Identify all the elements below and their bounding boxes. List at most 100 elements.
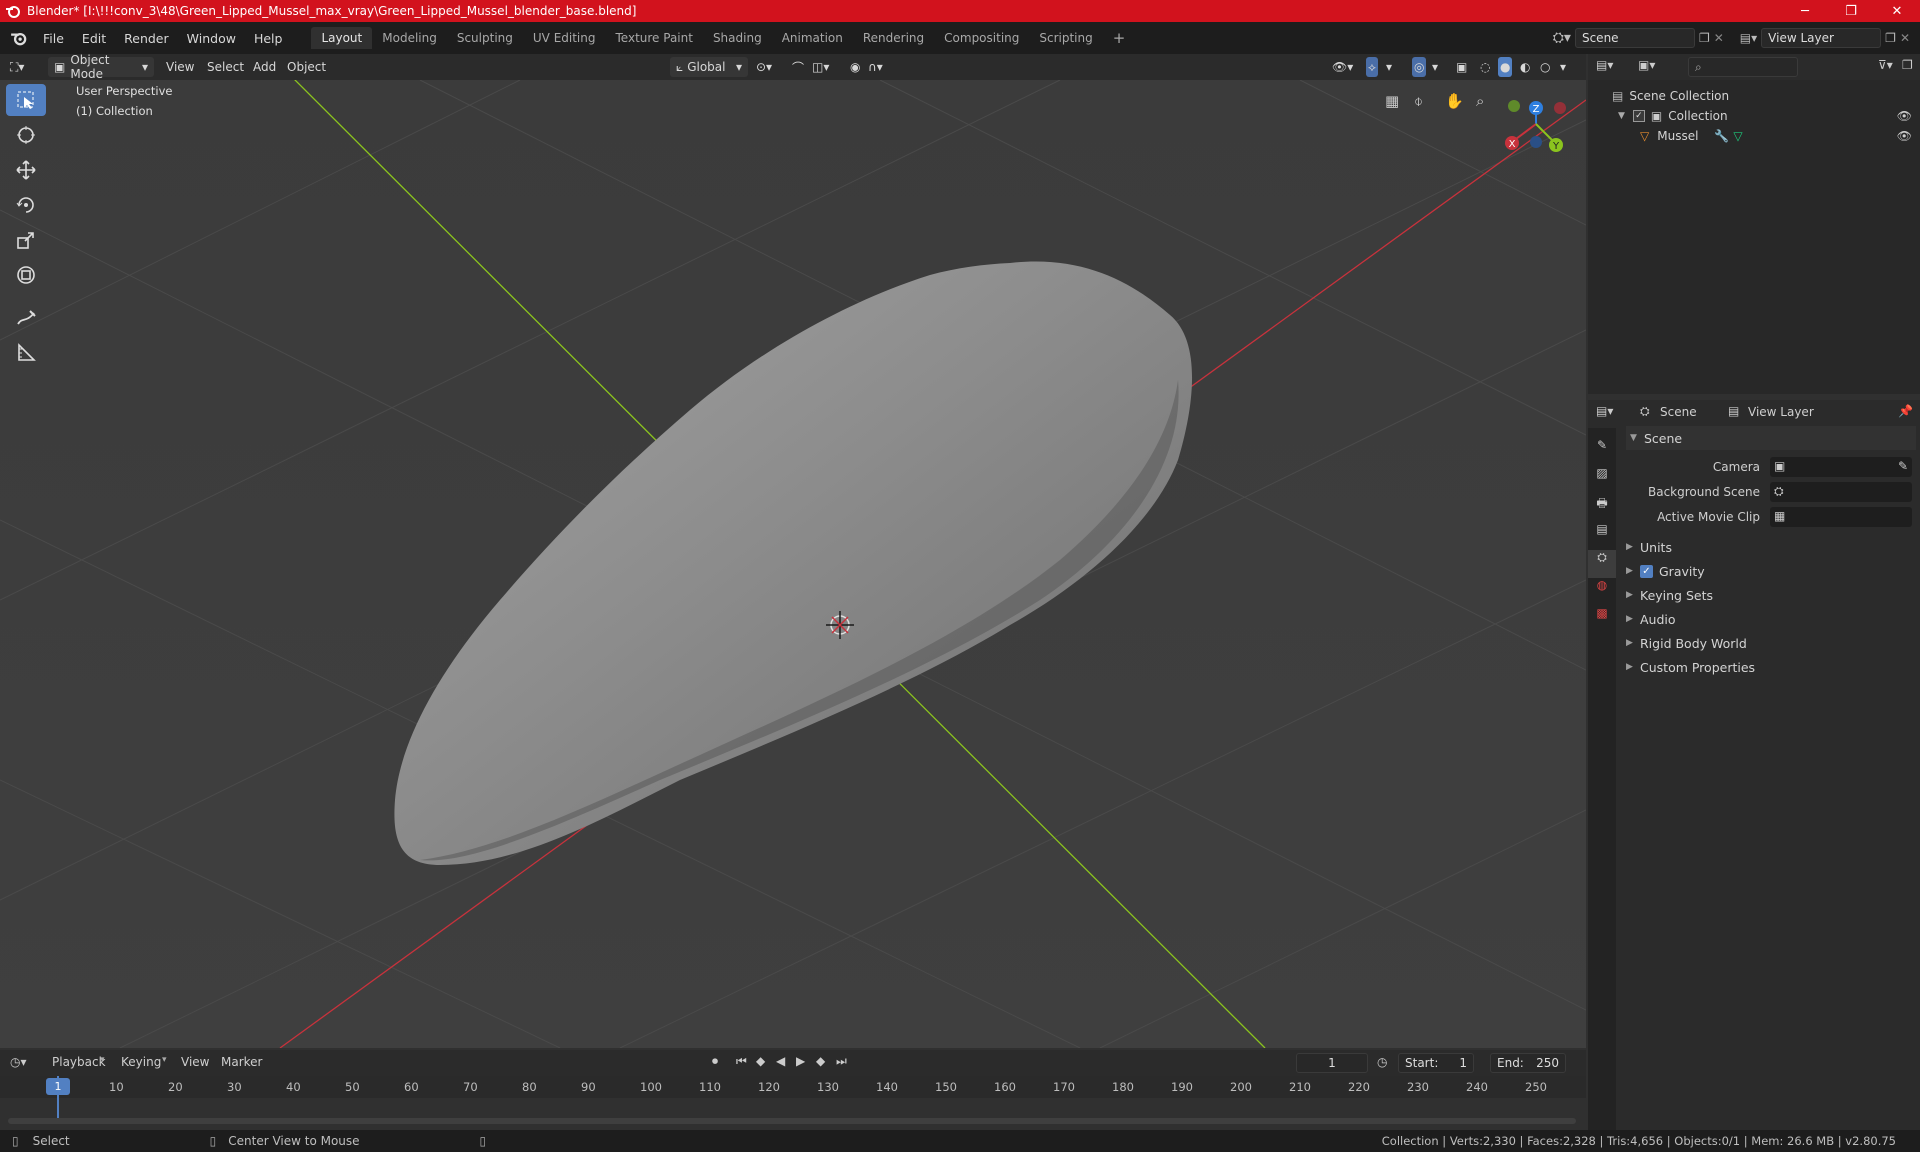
xray-icon[interactable]: ▣ — [1456, 57, 1467, 77]
orientation-dropdown[interactable]: ⟀ Global ▾ — [670, 57, 748, 77]
menu-object[interactable]: Object — [287, 57, 326, 77]
shading-dropdown-icon[interactable]: ▾ — [1560, 57, 1566, 77]
close-button[interactable]: ✕ — [1874, 0, 1920, 22]
current-frame-field[interactable]: 1 — [1296, 1053, 1368, 1073]
menu-help[interactable]: Help — [245, 31, 292, 46]
eyedropper-icon[interactable]: ✎ — [1898, 459, 1908, 473]
menu-window[interactable]: Window — [178, 31, 245, 46]
display-mode-icon[interactable]: ▣▾ — [1638, 58, 1655, 72]
gravity-section[interactable]: ▶ ✓ Gravity — [1626, 559, 1916, 583]
mussel-visibility-eye-icon[interactable]: 👁 — [1897, 129, 1912, 143]
background-scene-field[interactable]: ⛭ — [1770, 482, 1912, 502]
menu-playback[interactable]: Playback — [52, 1055, 106, 1069]
tab-uv-editing[interactable]: UV Editing — [523, 27, 606, 49]
viewlayer-selector-icon[interactable]: ▤▾ — [1740, 31, 1757, 45]
scene-field[interactable]: Scene — [1574, 28, 1695, 48]
timeline-scrollbar[interactable] — [8, 1118, 1576, 1124]
pivot-icon[interactable]: ⊙▾ — [756, 57, 772, 77]
rotate-tool[interactable] — [6, 189, 46, 221]
blender-menu-icon[interactable] — [10, 29, 28, 47]
scene-tab-icon-side[interactable]: ⛭ — [1588, 550, 1616, 578]
custom-properties-section[interactable]: ▶ Custom Properties — [1626, 655, 1916, 679]
gizmo-dropdown-icon[interactable]: ▾ — [1386, 57, 1392, 77]
playhead-frame-badge[interactable]: 1 — [46, 1078, 70, 1095]
menu-select[interactable]: Select — [207, 57, 244, 77]
camera-view-icon[interactable]: ⌽ — [1414, 92, 1423, 110]
transform-tool[interactable] — [6, 259, 46, 291]
select-box-tool[interactable] — [6, 84, 46, 116]
view-layer-tab-icon-side[interactable]: ▤ — [1588, 522, 1616, 550]
camera-field[interactable]: ▣ ✎ — [1770, 457, 1912, 477]
annotate-tool[interactable] — [6, 302, 46, 334]
texture-tab-icon[interactable]: ▩ — [1588, 606, 1616, 634]
tab-scripting[interactable]: Scripting — [1029, 27, 1102, 49]
timeline-editor-type-icon[interactable]: ◷▾ — [10, 1055, 27, 1069]
properties-tab-scene[interactable]: Scene — [1660, 405, 1697, 419]
material-shading-icon[interactable]: ◐ — [1520, 57, 1530, 77]
tab-layout[interactable]: Layout — [311, 27, 373, 49]
rendered-shading-icon[interactable]: ○ — [1540, 57, 1550, 77]
add-workspace-button[interactable]: + — [1103, 25, 1136, 51]
new-viewlayer-icon[interactable]: ❐ — [1885, 31, 1896, 45]
editor-type-icon[interactable]: ⛶▾ — [10, 57, 24, 77]
outliner-row-collection[interactable]: ▼ ✓ ▣ Collection 👁 — [1588, 106, 1920, 126]
collection-visibility-eye-icon[interactable]: 👁 — [1897, 109, 1912, 123]
play-button[interactable]: ▶ — [796, 1054, 805, 1068]
view-layer-field[interactable]: View Layer — [1761, 28, 1882, 48]
pin-icon[interactable]: 📌 — [1898, 404, 1913, 418]
tab-compositing[interactable]: Compositing — [934, 27, 1029, 49]
play-reverse-button[interactable]: ◀ — [776, 1054, 785, 1068]
rigid-body-world-section[interactable]: ▶ Rigid Body World — [1626, 631, 1916, 655]
minimize-button[interactable]: ─ — [1782, 0, 1828, 22]
tab-shading[interactable]: Shading — [703, 27, 772, 49]
falloff-icon[interactable]: ∩▾ — [868, 57, 883, 77]
keying-dropdown-icon[interactable]: ▾ — [162, 1055, 167, 1065]
snap-icon[interactable]: ⌒ — [792, 57, 804, 77]
end-frame-field[interactable]: End: 250 — [1490, 1053, 1566, 1073]
menu-view[interactable]: View — [166, 57, 194, 77]
active-movie-clip-field[interactable]: ▦ — [1770, 507, 1912, 527]
maximize-button[interactable]: ❐ — [1828, 0, 1874, 22]
tab-animation[interactable]: Animation — [772, 27, 853, 49]
3d-viewport[interactable]: Z X Y ▦ ⌽ ✋ ⌕ User Perspective (1) Colle… — [0, 80, 1586, 1048]
jump-start-button[interactable]: ⏮ — [736, 1054, 747, 1069]
preview-range-icon[interactable]: ◷ — [1377, 1055, 1387, 1069]
audio-section[interactable]: ▶ Audio — [1626, 607, 1916, 631]
timeline-area[interactable]: 10 20 30 40 50 60 70 80 90 100 110 120 130 140 150 160 1… — [0, 1076, 1586, 1130]
gravity-checkbox[interactable]: ✓ — [1640, 564, 1653, 578]
start-frame-field[interactable]: Start: 1 — [1398, 1053, 1474, 1073]
world-tab-icon[interactable]: ◍ — [1588, 578, 1616, 606]
scale-tool[interactable] — [6, 224, 46, 256]
outliner-row-scene-collection[interactable]: ▤ Scene Collection — [1588, 86, 1920, 106]
expand-collection-icon[interactable]: ▼ — [1618, 111, 1625, 121]
gizmo-toggle-icon[interactable]: ⟡ — [1366, 57, 1378, 77]
keying-sets-section[interactable]: ▶ Keying Sets — [1626, 583, 1916, 607]
collection-checkbox[interactable]: ✓ — [1632, 110, 1645, 122]
wireframe-shading-icon[interactable]: ◌ — [1480, 57, 1490, 77]
jump-end-button[interactable]: ⏭ — [836, 1054, 847, 1069]
overlays-icon[interactable]: ◎ — [1412, 57, 1427, 77]
menu-render[interactable]: Render — [115, 31, 178, 46]
remove-viewlayer-icon[interactable]: ✕ — [1900, 31, 1910, 45]
grid-view-icon[interactable]: ▦ — [1385, 92, 1399, 110]
outliner-search-input[interactable]: ⌕ — [1688, 57, 1798, 77]
units-section[interactable]: ▶ Units — [1626, 535, 1916, 559]
zoom-icon[interactable]: ⌕ — [1476, 92, 1484, 110]
measure-tool[interactable] — [6, 337, 46, 369]
menu-marker[interactable]: Marker — [221, 1055, 262, 1069]
menu-edit[interactable]: Edit — [73, 31, 115, 46]
tab-modeling[interactable]: Modeling — [372, 27, 447, 49]
menu-file[interactable]: File — [34, 31, 73, 46]
record-button[interactable]: ⏺ — [712, 1054, 718, 1069]
new-collection-icon[interactable]: ❐ — [1902, 58, 1913, 72]
next-keyframe-button[interactable]: ◆ — [816, 1054, 825, 1068]
menu-keying[interactable]: Keying — [121, 1055, 161, 1069]
scene-panel-header[interactable]: ▼ Scene — [1626, 426, 1916, 450]
render-tab-icon[interactable]: ▨ — [1588, 466, 1616, 494]
playback-dropdown-icon[interactable]: ▾ — [100, 1055, 105, 1065]
filter-icon[interactable]: ⊽▾ — [1878, 58, 1893, 72]
solid-shading-icon[interactable]: ● — [1498, 57, 1513, 77]
proportional-edit-icon[interactable]: ◉ — [850, 57, 860, 77]
snap-target-icon[interactable]: ◫▾ — [812, 57, 829, 77]
modifier-wrench-icon[interactable]: 🔧 — [1714, 129, 1729, 143]
